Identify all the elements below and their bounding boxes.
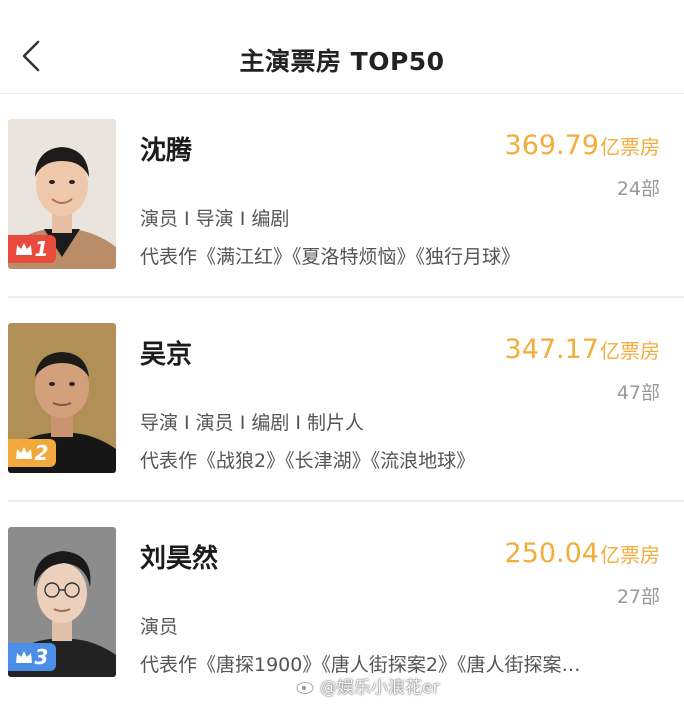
box-office: 369.79亿票房	[505, 130, 660, 161]
actor-photo: 1	[8, 119, 116, 269]
watermark-text: @娱乐小浪花er	[320, 678, 440, 698]
weibo-icon	[296, 678, 316, 694]
page-title: 主演票房 TOP50	[239, 47, 445, 76]
box-office: 250.04亿票房	[505, 538, 660, 569]
actor-row[interactable]: 1 沈腾 369.79亿票房 24部 演员 I 导演 I 编剧 代表作《满江红》…	[0, 94, 684, 298]
rank-badge: 3	[8, 643, 56, 671]
actor-name: 吴京	[140, 340, 193, 370]
film-count: 27部	[616, 586, 660, 608]
actor-photo: 3	[8, 527, 116, 677]
rank-number: 2	[34, 441, 49, 465]
actor-name: 刘昊然	[140, 544, 219, 574]
rank-number: 3	[34, 645, 49, 669]
box-office-unit: 亿票房	[600, 543, 660, 567]
rank-number: 1	[34, 237, 49, 261]
box-office-unit: 亿票房	[600, 339, 660, 363]
actor-roles: 演员 I 导演 I 编剧	[140, 208, 290, 230]
film-count: 47部	[616, 382, 660, 404]
actor-row[interactable]: 2 吴京 347.17亿票房 47部 导演 I 演员 I 编剧 I 制片人 代表…	[0, 298, 684, 502]
top-bar: 主演票房 TOP50	[0, 0, 684, 94]
rank-badge: 2	[8, 439, 56, 467]
actor-roles: 演员	[140, 616, 179, 638]
actor-photo: 2	[8, 323, 116, 473]
box-office: 347.17亿票房	[505, 334, 660, 365]
representative-works: 代表作《战狼2》《长津湖》《流浪地球》	[140, 450, 476, 472]
crown-icon	[15, 651, 32, 663]
box-office-unit: 亿票房	[600, 135, 660, 159]
watermark: @娱乐小浪花er	[296, 673, 439, 698]
film-count: 24部	[616, 178, 660, 200]
actor-roles: 导演 I 演员 I 编剧 I 制片人	[140, 412, 365, 434]
box-office-value: 369.79	[504, 130, 599, 161]
rank-badge: 1	[8, 235, 56, 263]
actor-name: 沈腾	[140, 136, 193, 166]
box-office-value: 250.04	[504, 538, 599, 569]
box-office-value: 347.17	[504, 334, 599, 365]
crown-icon	[15, 447, 32, 459]
crown-icon	[15, 243, 32, 255]
representative-works: 代表作《满江红》《夏洛特烦恼》《独行月球》	[140, 246, 521, 268]
